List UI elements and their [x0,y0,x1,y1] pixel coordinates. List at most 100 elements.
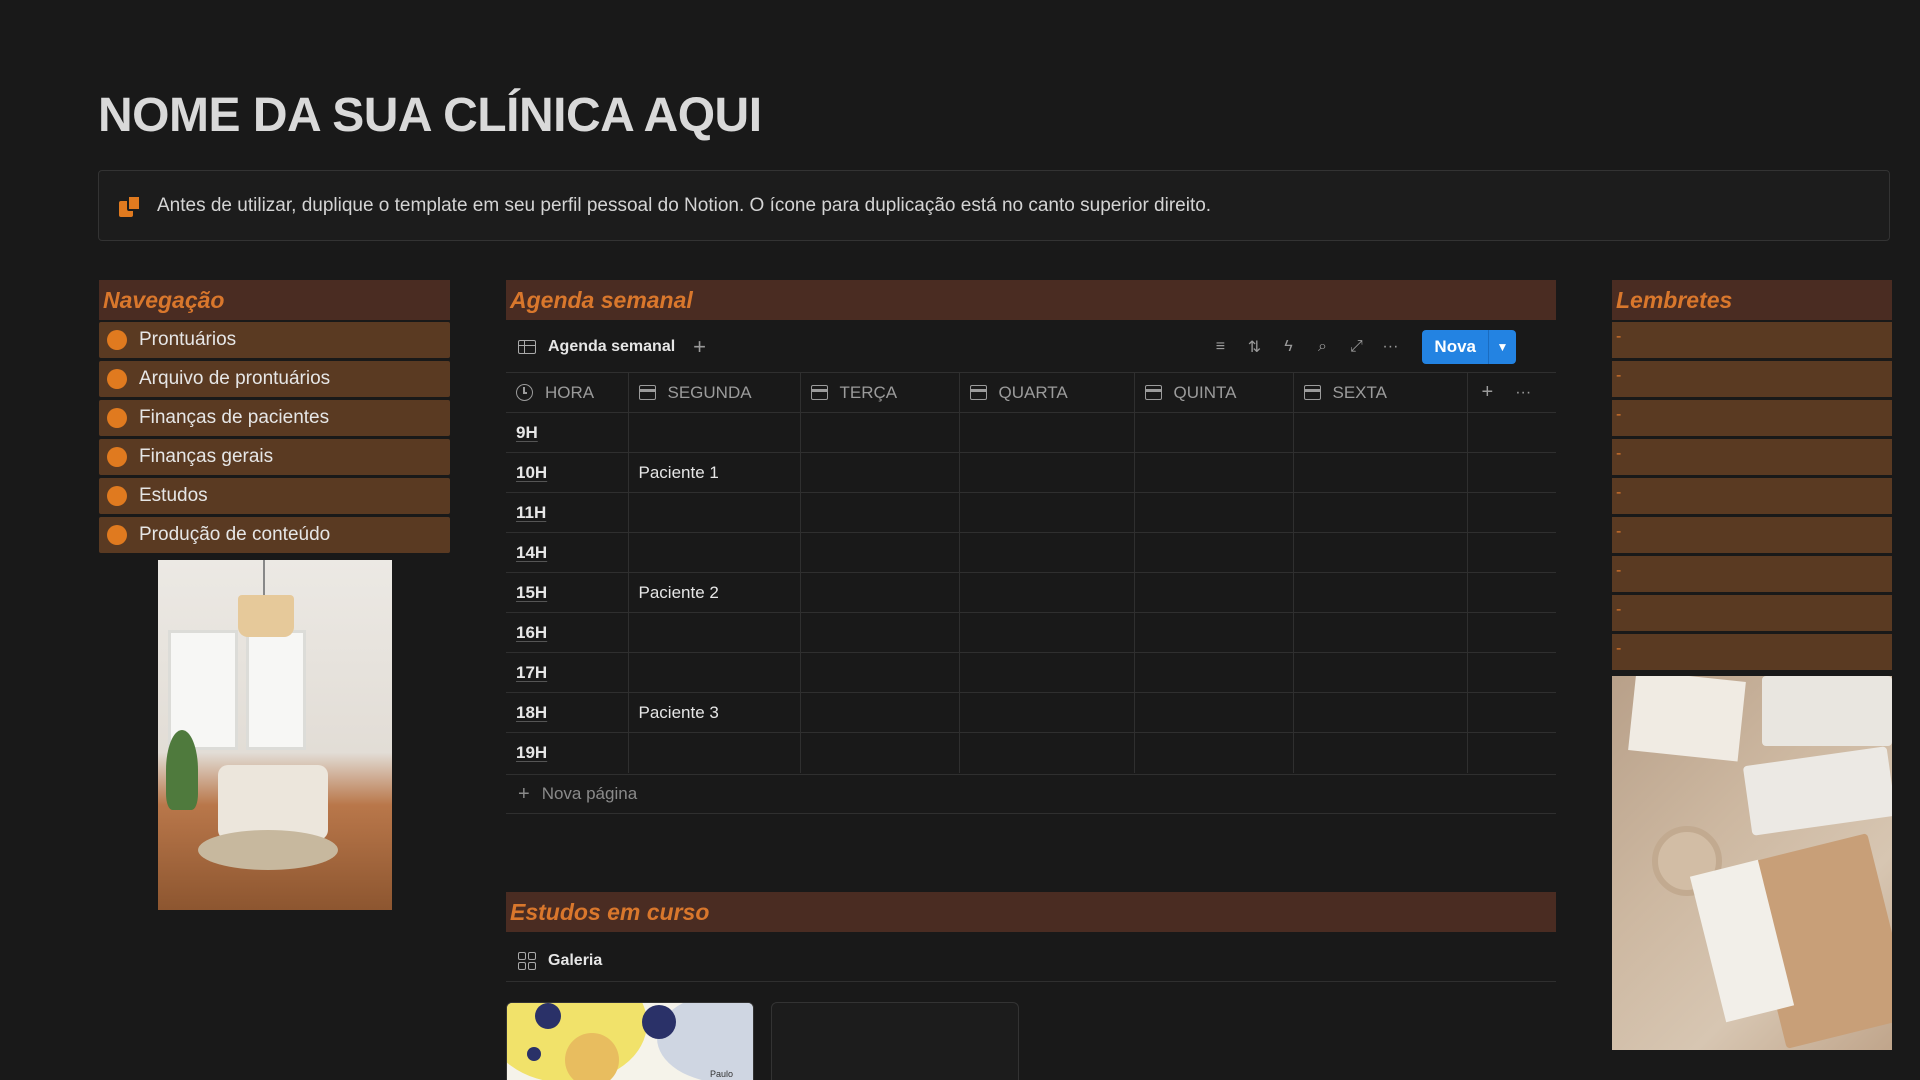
quarta-cell[interactable] [958,532,1134,573]
terca-cell[interactable] [799,492,959,533]
reminder-item[interactable]: - [1612,595,1892,631]
hour-cell[interactable]: 19H [506,732,628,773]
sexta-cell[interactable] [1292,732,1467,773]
segunda-cell[interactable]: Paciente 1 [627,452,800,493]
reminder-item[interactable]: - [1612,634,1892,670]
reminder-item[interactable]: - [1612,517,1892,553]
quinta-cell[interactable] [1133,452,1293,493]
table-row[interactable]: 10H Paciente 1 [506,452,1556,493]
quinta-cell[interactable] [1133,572,1293,613]
segunda-cell[interactable] [627,532,800,573]
table-row[interactable]: 11H [506,492,1556,533]
quinta-cell[interactable] [1133,532,1293,573]
quarta-cell[interactable] [958,692,1134,733]
quinta-cell[interactable] [1133,652,1293,693]
terca-cell[interactable] [799,732,959,773]
reminder-item[interactable]: - [1612,439,1892,475]
reminder-item[interactable]: - [1612,322,1892,358]
sexta-cell[interactable] [1292,412,1467,453]
quinta-cell[interactable] [1133,492,1293,533]
table-row[interactable]: 14H [506,532,1556,573]
hour-cell[interactable]: 16H [506,612,628,653]
filter-icon[interactable]: ≡ [1212,338,1228,356]
reminder-item[interactable]: - [1612,556,1892,592]
terca-cell[interactable] [799,652,959,693]
tab-galeria[interactable]: Galeria [506,940,1556,982]
reminder-item[interactable]: - [1612,361,1892,397]
column-header-hora[interactable]: HORA [506,372,628,413]
tab-agenda-semanal[interactable]: Agenda semanal [506,338,675,356]
terca-cell[interactable] [799,692,959,733]
nav-item-producao-conteudo[interactable]: Produção de conteúdo [99,517,450,553]
hour-cell[interactable]: 11H [506,492,628,533]
gallery-card[interactable] [771,1002,1019,1080]
quinta-cell[interactable] [1133,732,1293,773]
column-header-quarta[interactable]: QUARTA [958,372,1134,413]
add-column-icon[interactable]: + [1482,381,1494,404]
new-page-button[interactable]: + Nova página [506,774,1556,814]
add-view-icon[interactable]: + [693,336,706,358]
column-header-quinta[interactable]: QUINTA [1133,372,1293,413]
quinta-cell[interactable] [1133,412,1293,453]
quarta-cell[interactable] [958,572,1134,613]
reminder-item[interactable]: - [1612,478,1892,514]
search-icon[interactable]: ⌕ [1314,338,1330,356]
sexta-cell[interactable] [1292,452,1467,493]
terca-cell[interactable] [799,412,959,453]
table-row[interactable]: 19H [506,732,1556,773]
segunda-cell[interactable] [627,612,800,653]
more-icon[interactable]: ··· [1515,384,1531,402]
nav-item-arquivo-prontuarios[interactable]: Arquivo de prontuários [99,361,450,397]
quinta-cell[interactable] [1133,612,1293,653]
nav-item-financas-gerais[interactable]: Finanças gerais [99,439,450,475]
quarta-cell[interactable] [958,412,1134,453]
segunda-cell[interactable] [627,412,800,453]
quarta-cell[interactable] [958,492,1134,533]
column-header-terca[interactable]: TERÇA [799,372,959,413]
hour-cell[interactable]: 9H [506,412,628,453]
automation-icon[interactable]: ϟ [1280,338,1296,356]
quarta-cell[interactable] [958,732,1134,773]
terca-cell[interactable] [799,532,959,573]
hour-cell[interactable]: 10H [506,452,628,493]
nav-item-financas-pacientes[interactable]: Finanças de pacientes [99,400,450,436]
quinta-cell[interactable] [1133,692,1293,733]
hour-cell[interactable]: 18H [506,692,628,733]
nav-item-prontuarios[interactable]: Prontuários [99,322,450,358]
column-header-segunda[interactable]: SEGUNDA [627,372,800,413]
sexta-cell[interactable] [1292,692,1467,733]
expand-icon[interactable]: ⤢ [1348,338,1364,356]
terca-cell[interactable] [799,452,959,493]
more-icon[interactable]: ··· [1382,338,1398,356]
chevron-down-icon[interactable]: ▼ [1488,330,1516,364]
hour-cell[interactable]: 14H [506,532,628,573]
segunda-cell[interactable]: Paciente 2 [627,572,800,613]
hour-cell[interactable]: 15H [506,572,628,613]
terca-cell[interactable] [799,612,959,653]
table-row[interactable]: 17H [506,652,1556,693]
table-row[interactable]: 15H Paciente 2 [506,572,1556,613]
quarta-cell[interactable] [958,452,1134,493]
terca-cell[interactable] [799,572,959,613]
hour-cell[interactable]: 17H [506,652,628,693]
sexta-cell[interactable] [1292,572,1467,613]
segunda-cell[interactable]: Paciente 3 [627,692,800,733]
table-row[interactable]: 16H [506,612,1556,653]
table-row[interactable]: 9H [506,412,1556,453]
quarta-cell[interactable] [958,652,1134,693]
reminder-item[interactable]: - [1612,400,1892,436]
sexta-cell[interactable] [1292,652,1467,693]
sexta-cell[interactable] [1292,612,1467,653]
quarta-cell[interactable] [958,612,1134,653]
sexta-cell[interactable] [1292,492,1467,533]
segunda-cell[interactable] [627,732,800,773]
column-header-sexta[interactable]: SEXTA [1292,372,1467,413]
sexta-cell[interactable] [1292,532,1467,573]
sort-icon[interactable]: ⇅ [1246,337,1262,357]
table-row[interactable]: 18H Paciente 3 [506,692,1556,733]
gallery-card[interactable]: Paulo [506,1002,754,1080]
segunda-cell[interactable] [627,652,800,693]
segunda-cell[interactable] [627,492,800,533]
nav-item-estudos[interactable]: Estudos [99,478,450,514]
nova-button[interactable]: Nova [1422,330,1488,364]
